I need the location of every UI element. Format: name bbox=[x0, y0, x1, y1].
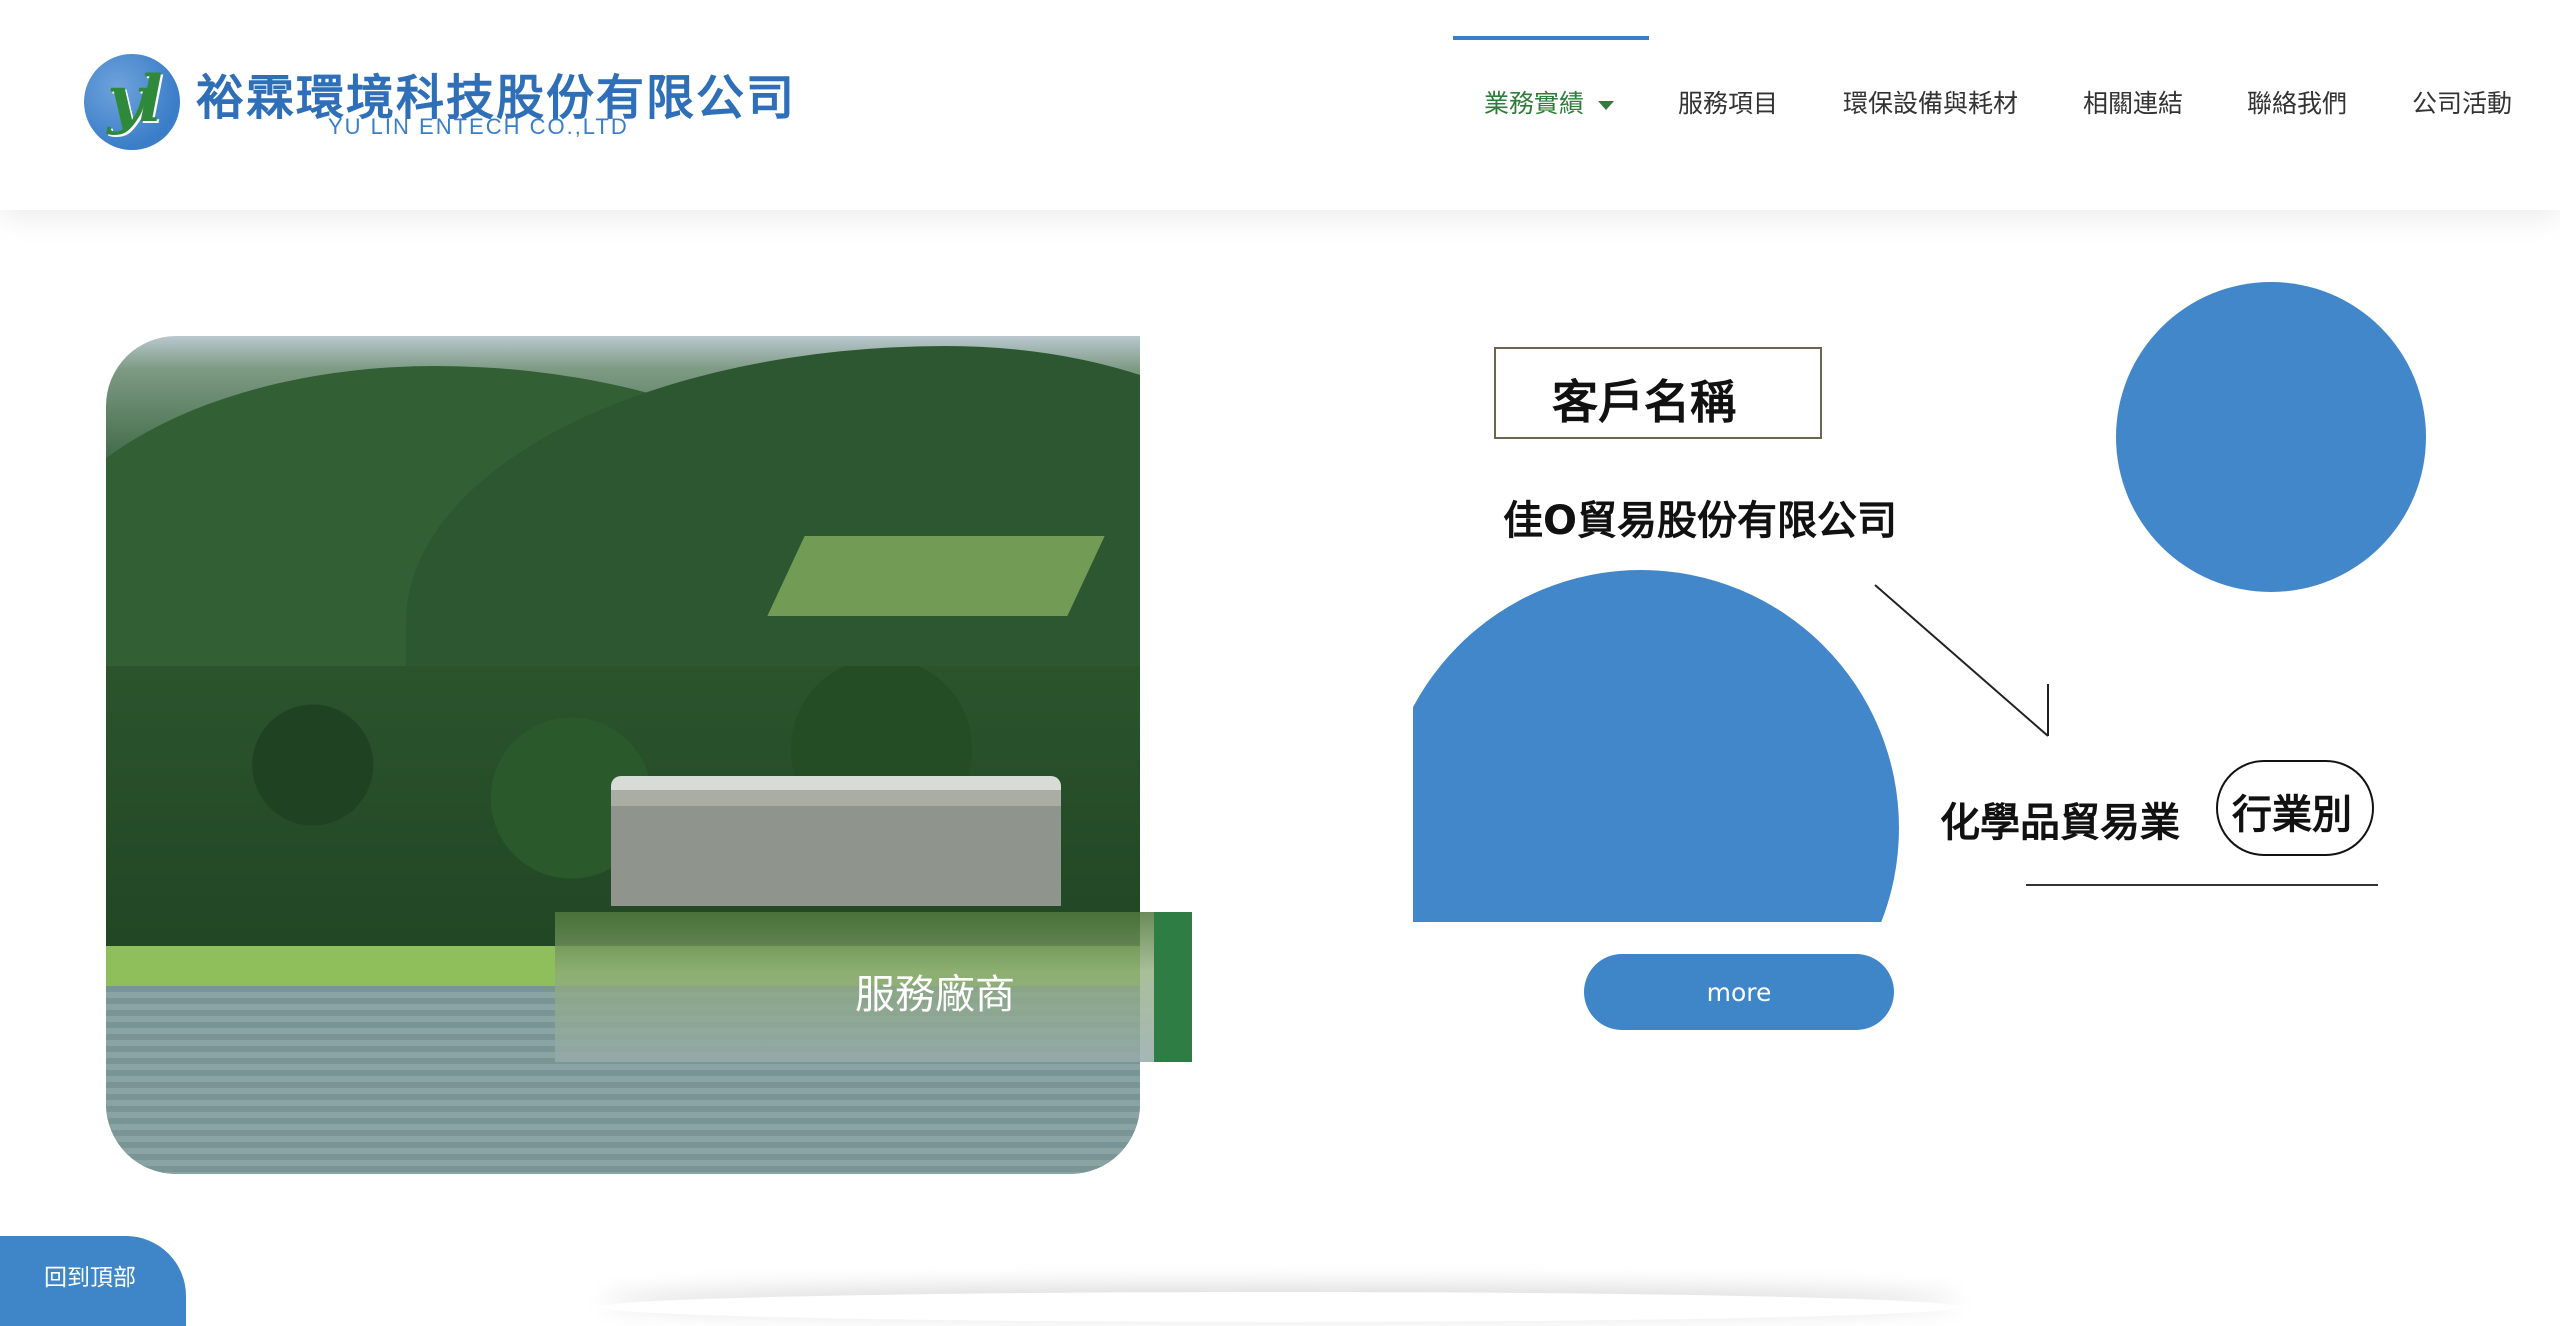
vendor-accent-bar bbox=[1154, 912, 1192, 1062]
nav-item-services[interactable]: 服務項目 bbox=[1678, 84, 1778, 120]
arrow-icon bbox=[1874, 584, 2049, 737]
nav-active-indicator bbox=[1453, 36, 1649, 40]
decor-semicircle bbox=[1413, 570, 1905, 922]
company-english-name: YU LIN ENTECH CO.,LTD bbox=[328, 114, 629, 139]
section-shadow bbox=[600, 1292, 1960, 1322]
company-logo[interactable]: yl 裕霖環境科技股份有限公司 YU LIN ENTECH CO.,LTD bbox=[84, 52, 804, 152]
decor-mask bbox=[2426, 250, 2560, 610]
nav-item-links[interactable]: 相關連結 bbox=[2083, 84, 2183, 120]
logo-mark-text: yl bbox=[107, 62, 163, 137]
decor-circle bbox=[2116, 282, 2426, 592]
nav-item-activities[interactable]: 公司活動 bbox=[2412, 84, 2512, 120]
back-to-top-button[interactable]: 回到頂部 bbox=[0, 1236, 186, 1326]
decor-mask bbox=[2100, 210, 2500, 282]
customer-name: 佳O貿易股份有限公司 bbox=[1503, 498, 1898, 544]
nav-item-performance[interactable]: 業務實績 bbox=[1484, 84, 1615, 120]
back-to-top-label: 回到頂部 bbox=[44, 1265, 136, 1291]
nav-item-equipment[interactable]: 環保設備與耗材 bbox=[1843, 84, 2018, 120]
more-button[interactable]: more bbox=[1584, 954, 1894, 1030]
industry-tag: 行業別 bbox=[2232, 792, 2352, 838]
nav-item-label: 業務實績 bbox=[1484, 89, 1585, 118]
chevron-down-icon bbox=[1598, 100, 1615, 110]
photo-meadow bbox=[767, 536, 1105, 616]
site-header: yl 裕霖環境科技股份有限公司 YU LIN ENTECH CO.,LTD 業務… bbox=[0, 0, 2560, 210]
industry-value: 化學品貿易業 bbox=[1940, 800, 2180, 846]
vendor-label: 服務廠商 bbox=[855, 972, 1015, 1018]
photo-building bbox=[611, 776, 1061, 906]
divider bbox=[2026, 884, 2378, 886]
customer-heading: 客戶名稱 bbox=[1552, 375, 1736, 429]
nav-item-contact[interactable]: 聯絡我們 bbox=[2247, 84, 2347, 120]
